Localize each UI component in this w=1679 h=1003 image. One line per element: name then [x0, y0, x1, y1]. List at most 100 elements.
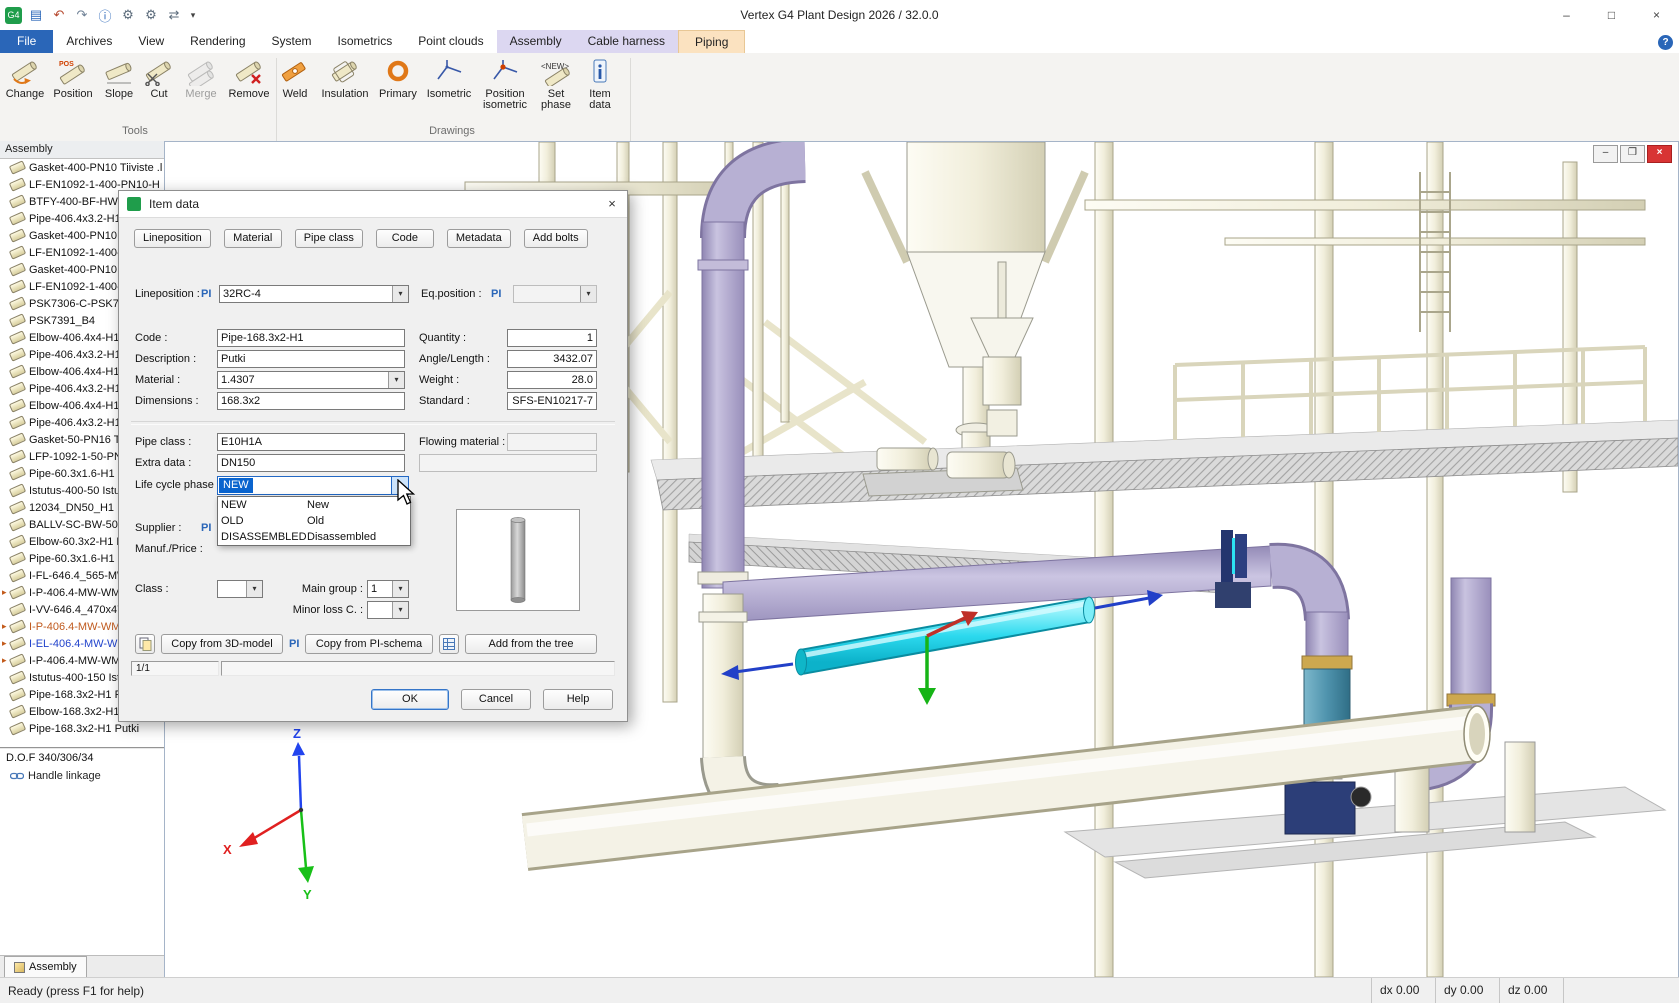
panel-tab-assembly[interactable]: Assembly [4, 956, 87, 978]
angle-length-label: Angle/Length : [419, 350, 490, 368]
copy-from-3d-model-button[interactable]: Copy from 3D-model [161, 634, 283, 654]
tree-grid-icon-button[interactable] [439, 634, 459, 654]
tab-system[interactable]: System [259, 30, 325, 53]
position-button[interactable]: POS Position [48, 56, 98, 122]
add-from-tree-button[interactable]: Add from the tree [465, 634, 597, 654]
insulation-button[interactable]: Insulation [316, 56, 374, 122]
dialog-close-icon[interactable]: × [597, 193, 627, 215]
close-button[interactable]: × [1634, 0, 1679, 30]
tab-piping[interactable]: Piping [678, 30, 745, 53]
flowing-material-label: Flowing material : [419, 433, 505, 451]
isometric-button[interactable]: Isometric [422, 56, 476, 122]
tree-item[interactable]: Pipe-168.3x2-H1 Putki [0, 720, 164, 737]
minimize-button[interactable]: – [1544, 0, 1589, 30]
item-data-button[interactable]: Item data [578, 56, 622, 122]
tree-item[interactable]: Gasket-400-PN10 Tiiviste .l [0, 159, 164, 176]
minor-loss-combo[interactable]: ▾ [367, 601, 409, 619]
tab-metadata[interactable]: Metadata [447, 229, 511, 248]
pipe-part-icon [9, 245, 26, 259]
ok-button[interactable]: OK [371, 689, 449, 710]
tree-item-label: I-EL-406.4-MW-WM- [29, 638, 130, 650]
display-settings-icon[interactable]: ⚙ [142, 6, 160, 24]
dialog-title-bar[interactable]: Item data × [119, 191, 627, 218]
standard-input[interactable]: SFS-EN10217-7 [507, 392, 597, 410]
chevron-down-icon[interactable]: ▾ [391, 477, 408, 494]
weight-input[interactable]: 28.0 [507, 371, 597, 389]
description-input[interactable]: Putki [217, 350, 405, 368]
pipe-class-input[interactable]: E10H1A [217, 433, 405, 451]
life-cycle-phase-combo[interactable]: NEW ▾ [217, 476, 409, 495]
system-settings-icon[interactable]: ⚙ [119, 6, 137, 24]
position-isometric-button[interactable]: Position isometric [476, 56, 534, 122]
main-group-combo[interactable]: 1 ▾ [367, 580, 409, 598]
tab-isometrics[interactable]: Isometrics [325, 30, 406, 53]
maximize-button[interactable]: □ [1589, 0, 1634, 30]
viewport-minimize-button[interactable]: – [1593, 145, 1618, 163]
change-button[interactable]: Change [2, 56, 48, 122]
dof-readout: D.O.F 340/306/34 [0, 747, 164, 766]
quantity-input[interactable]: 1 [507, 329, 597, 347]
pipe-part-icon [9, 483, 26, 497]
undo-icon[interactable]: ↶ [50, 6, 68, 24]
chevron-down-icon[interactable]: ▾ [392, 581, 408, 597]
dropdown-option[interactable]: DISASSEMBLED Disassembled [218, 529, 410, 545]
tab-code[interactable]: Code [376, 229, 434, 248]
copy-from-pi-schema-button[interactable]: Copy from PI-schema [305, 634, 433, 654]
help-button[interactable]: Help [543, 689, 613, 710]
cut-button[interactable]: Cut [140, 56, 178, 122]
tab-lineposition[interactable]: Lineposition [134, 229, 211, 248]
extra-data-input[interactable]: DN150 [217, 454, 405, 472]
tab-assembly[interactable]: Assembly [497, 30, 575, 53]
primary-ring-icon [383, 58, 413, 86]
tree-item-label: Pipe-168.3x2-H1 Putki [29, 723, 139, 735]
primary-button[interactable]: Primary [374, 56, 422, 122]
tab-file[interactable]: File [0, 30, 53, 53]
angle-length-input[interactable]: 3432.07 [507, 350, 597, 368]
chevron-down-icon[interactable]: ▾ [392, 286, 408, 302]
tab-add-bolts[interactable]: Add bolts [524, 229, 588, 248]
item-marker-icon [2, 655, 9, 666]
tree-item-label: LF-EN1092-1-400-PN10-H [29, 179, 160, 191]
tab-pipe-class[interactable]: Pipe class [295, 229, 363, 248]
handle-linkage-label: Handle linkage [28, 770, 101, 782]
pipe-part-icon [9, 670, 26, 684]
lineposition-combo[interactable]: 32RC-4 ▾ [219, 285, 409, 303]
help-icon[interactable]: ? [1658, 35, 1673, 50]
dropdown-option[interactable]: OLD Old [218, 513, 410, 529]
remove-pipe-icon [234, 58, 264, 86]
viewport-restore-button[interactable]: ❐ [1620, 145, 1645, 163]
tab-point-clouds[interactable]: Point clouds [405, 30, 496, 53]
qat-dropdown-caret-icon[interactable]: ▾ [188, 6, 198, 24]
description-label: Description : [135, 350, 196, 368]
tab-view[interactable]: View [125, 30, 177, 53]
redo-icon[interactable]: ↷ [73, 6, 91, 24]
remove-button[interactable]: Remove [224, 56, 274, 122]
chevron-down-icon[interactable]: ▾ [388, 372, 404, 388]
insulation-pipe-icon [330, 58, 360, 86]
code-label: Code : [135, 329, 167, 347]
cut-scissors-icon [144, 58, 174, 86]
code-input[interactable]: Pipe-168.3x2-H1 [217, 329, 405, 347]
tab-rendering[interactable]: Rendering [177, 30, 258, 53]
handle-linkage-item[interactable]: Handle linkage [0, 766, 164, 784]
dropdown-option[interactable]: NEW New [218, 497, 410, 513]
copy-clipboard-icon-button[interactable] [135, 634, 155, 654]
transfer-icon[interactable]: ⇄ [165, 6, 183, 24]
cancel-button[interactable]: Cancel [461, 689, 531, 710]
save-icon[interactable]: ▤ [27, 6, 45, 24]
dimensions-input[interactable]: 168.3x2 [217, 392, 405, 410]
weld-button[interactable]: Weld [274, 56, 316, 122]
tab-archives[interactable]: Archives [53, 30, 125, 53]
viewport-close-button[interactable]: × [1647, 145, 1672, 163]
tab-material[interactable]: Material [224, 229, 282, 248]
info-icon[interactable]: ⓘ [96, 6, 114, 24]
chevron-down-icon[interactable]: ▾ [246, 581, 262, 597]
status-message: Ready (press F1 for help) [0, 984, 1371, 998]
set-phase-button[interactable]: <NEW> Set phase [534, 56, 578, 122]
tab-cable-harness[interactable]: Cable harness [575, 30, 678, 53]
material-combo[interactable]: 1.4307 ▾ [217, 371, 405, 389]
slope-button[interactable]: Slope [98, 56, 140, 122]
pipe-part-icon [9, 500, 26, 514]
chevron-down-icon[interactable]: ▾ [392, 602, 408, 618]
class-combo[interactable]: ▾ [217, 580, 263, 598]
